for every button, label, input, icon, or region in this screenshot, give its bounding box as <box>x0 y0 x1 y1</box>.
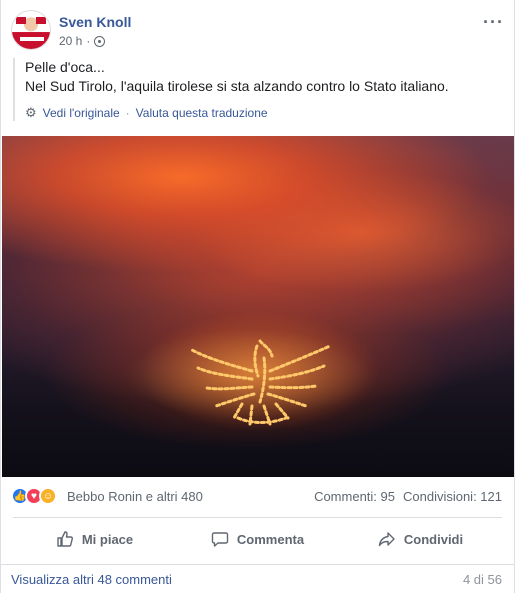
post-text-line-1: Pelle d'oca... <box>25 59 105 75</box>
fire-eagle-image <box>140 311 380 431</box>
like-label: Mi piace <box>81 531 134 547</box>
shares-count[interactable]: Condivisioni: 121 <box>403 489 502 504</box>
ellipsis-icon[interactable]: ··· <box>483 12 504 33</box>
post-card: Sven Knoll 20 h · ··· Pelle d'oca... Nel… <box>0 0 515 593</box>
avatar[interactable] <box>11 10 51 50</box>
post-text-block: Pelle d'oca... Nel Sud Tirolo, l'aquila … <box>13 58 502 121</box>
post-time[interactable]: 20 h <box>59 34 82 48</box>
reactions-bar: 👍 ♥ ☺ Bebbo Ronin e altri 480 Commenti: … <box>11 487 502 507</box>
share-label: Condividi <box>403 531 464 547</box>
like-button[interactable]: Mi piace <box>13 522 176 556</box>
action-bar: Mi piace Commenta Condividi <box>13 522 502 556</box>
translation-separator: · <box>125 106 130 120</box>
view-more-comments-link[interactable]: Visualizza altri 48 commenti <box>11 572 172 587</box>
comments-count[interactable]: Commenti: 95 <box>314 489 395 504</box>
share-icon <box>378 532 395 547</box>
post-photo[interactable] <box>2 136 514 477</box>
rate-translation-link[interactable]: Valuta questa traduzione <box>136 106 268 120</box>
globe-icon <box>94 35 106 47</box>
post-meta: 20 h · <box>59 34 106 48</box>
comments-footer: Visualizza altri 48 commenti 4 di 56 <box>1 564 514 593</box>
comments-paging: 4 di 56 <box>462 572 502 587</box>
post-text-line-2: Nel Sud Tirolo, l'aquila tirolese si sta… <box>25 78 449 94</box>
comment-icon <box>211 532 229 547</box>
divider <box>13 517 502 518</box>
see-original-link[interactable]: Vedi l'originale <box>43 106 120 120</box>
reaction-icons[interactable]: 👍 ♥ ☺ <box>11 487 57 505</box>
haha-reaction-icon: ☺ <box>39 487 57 505</box>
post-header: Sven Knoll 20 h · ··· <box>11 10 504 54</box>
thumbs-up-icon <box>57 531 73 547</box>
gear-icon[interactable]: ⚙ <box>25 105 37 121</box>
share-button[interactable]: Condividi <box>339 522 502 556</box>
reaction-names[interactable]: Bebbo Ronin e altri 480 <box>67 489 203 504</box>
translation-bar: ⚙ Vedi l'originale · Valuta questa tradu… <box>25 105 502 121</box>
author-name[interactable]: Sven Knoll <box>59 14 131 30</box>
meta-separator: · <box>86 34 91 48</box>
comment-label: Commenta <box>236 531 305 547</box>
comment-button[interactable]: Commenta <box>176 522 339 556</box>
engagement-counts: Commenti: 95 Condivisioni: 121 <box>314 489 502 504</box>
